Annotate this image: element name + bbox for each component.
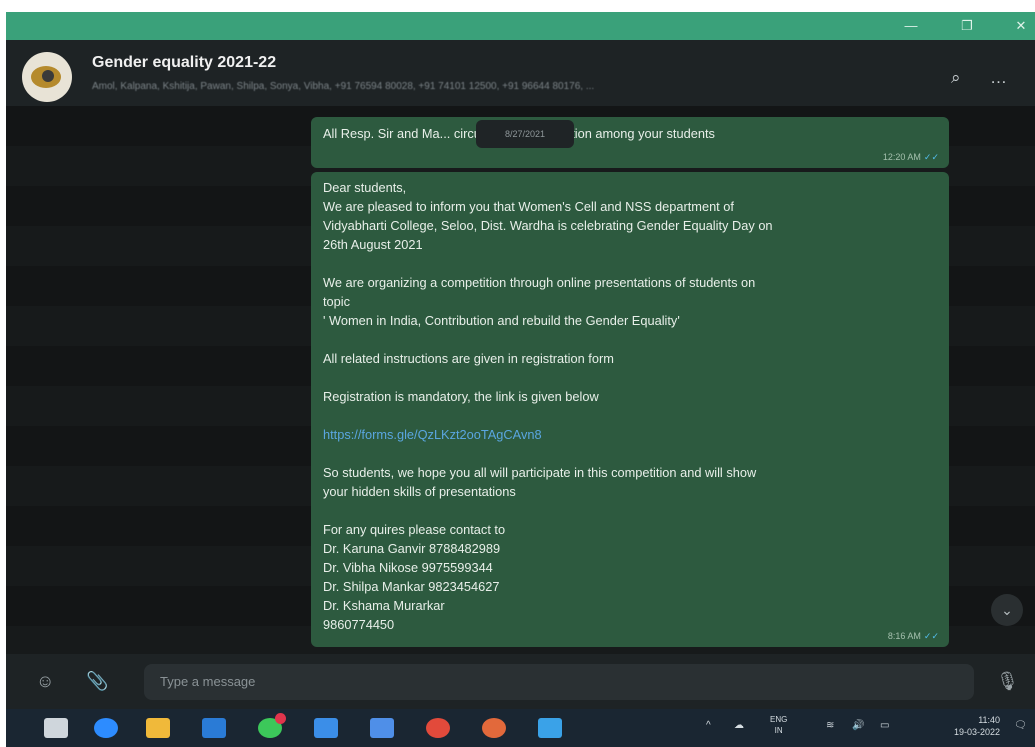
chat-title: Gender equality 2021-22 xyxy=(92,54,277,71)
message-line: your hidden skills of presentations xyxy=(323,484,516,499)
message-input-placeholder: Type a message xyxy=(160,674,256,689)
message-line: Dr. Kshama Murarkar xyxy=(323,598,445,613)
whatsapp-icon[interactable] xyxy=(258,713,286,738)
message-line: All related instructions are given in re… xyxy=(323,351,614,366)
chat-header[interactable]: Gender equality 2021-22 Amol, Kalpana, K… xyxy=(6,40,1035,106)
chat-members-list: Amol, Kalpana, Kshitija, Pawan, Shilpa, … xyxy=(92,81,595,92)
message-line: Dr. Shilpa Mankar 9823454627 xyxy=(323,579,500,594)
message-bubble[interactable]: Dear students, We are pleased to inform … xyxy=(311,172,949,647)
cloud-icon[interactable]: ☁ xyxy=(734,720,744,731)
clock-time: 11:40 xyxy=(978,715,1001,725)
notifications-icon[interactable]: 🗨 xyxy=(1014,720,1027,731)
chrome-icon[interactable] xyxy=(426,718,450,738)
message-line: We are organizing a competition through … xyxy=(323,275,756,290)
dropbox-icon[interactable] xyxy=(370,718,394,738)
file-explorer-icon[interactable] xyxy=(146,718,170,738)
message-line: We are pleased to inform you that Women'… xyxy=(323,199,734,214)
scroll-down-button[interactable]: ⌄ xyxy=(991,594,1023,626)
tray-overflow-icon[interactable]: ^ xyxy=(706,720,711,731)
message-composer: ☺ 📎 Type a message 🎙 xyxy=(6,654,1035,709)
notification-badge xyxy=(275,713,286,724)
clock-date: 19-03-2022 xyxy=(954,727,1001,737)
message-bubble[interactable]: All Resp. Sir and Ma... circulate this i… xyxy=(311,117,949,168)
message-line: 9860774450 xyxy=(323,617,395,632)
maximize-button[interactable]: ❐ xyxy=(956,16,978,36)
date-chip: 8/27/2021 xyxy=(476,120,574,148)
volume-icon[interactable]: 🔊 xyxy=(852,720,864,731)
message-line: Dr. Karuna Ganvir 8788482989 xyxy=(323,541,501,556)
photos-icon[interactable] xyxy=(538,718,562,738)
emoji-icon[interactable]: ☺ xyxy=(36,671,54,692)
read-receipt-icon: ✓✓ xyxy=(923,152,939,162)
avatar-emblem-center xyxy=(42,70,54,82)
window-title-bar: — ❐ ✕ xyxy=(6,12,1035,40)
message-meta: 12:20 AM ✓✓ xyxy=(883,152,939,163)
message-line: Registration is mandatory, the link is g… xyxy=(323,389,599,404)
conversation-panel[interactable]: All Resp. Sir and Ma... circulate this i… xyxy=(6,106,1035,654)
language-region: IN xyxy=(774,726,783,735)
message-time: 8:16 AM xyxy=(887,631,921,641)
message-line: Dr. Vibha Nikose 9975599344 xyxy=(323,560,493,575)
start-icon[interactable] xyxy=(44,718,68,738)
wifi-icon[interactable]: ≋ xyxy=(826,720,834,731)
message-line: ' Women in India, Contribution and rebui… xyxy=(323,313,680,328)
microphone-icon[interactable]: 🎙 xyxy=(996,671,1019,692)
app-screen: — ❐ ✕ Gender equality 2021-22 Amol, Kalp… xyxy=(6,12,1035,747)
zoom-icon[interactable] xyxy=(94,718,118,738)
message-line: For any quires please contact to xyxy=(323,522,506,537)
minimize-button[interactable]: — xyxy=(900,16,922,36)
message-line: Dear students, xyxy=(323,180,407,195)
store-icon[interactable] xyxy=(314,718,338,738)
read-receipt-icon: ✓✓ xyxy=(923,631,939,641)
message-line: Vidyabharti College, Seloo, Dist. Wardha… xyxy=(323,218,773,233)
message-line: So students, we hope you all will partic… xyxy=(323,465,757,480)
message-line: topic xyxy=(323,294,351,309)
close-button[interactable]: ✕ xyxy=(1010,16,1032,36)
message-input[interactable]: Type a message xyxy=(144,664,974,700)
battery-icon[interactable]: ▭ xyxy=(880,720,889,731)
search-icon[interactable]: ⌕ xyxy=(951,68,961,88)
message-line: 26th August 2021 xyxy=(323,237,423,252)
firefox-icon[interactable] xyxy=(482,718,506,738)
language-code: ENG xyxy=(770,715,788,724)
group-avatar[interactable] xyxy=(22,52,72,102)
clock[interactable]: 11:40 19-03-2022 xyxy=(954,714,1000,738)
registration-link[interactable]: https://forms.gle/QzLKzt2ooTAgCAvn8 xyxy=(323,427,542,442)
language-indicator[interactable]: ENG IN xyxy=(770,714,787,736)
message-meta: 8:16 AM ✓✓ xyxy=(888,631,939,642)
message-time: 12:20 AM xyxy=(882,152,921,162)
mail-icon[interactable] xyxy=(202,718,226,738)
taskbar: ^ ☁ ENG IN ≋ 🔊 ▭ 11:40 19-03-2022 🗨 xyxy=(6,709,1035,747)
attach-icon[interactable]: 📎 xyxy=(86,671,108,692)
more-options-icon[interactable]: … xyxy=(990,68,1007,88)
